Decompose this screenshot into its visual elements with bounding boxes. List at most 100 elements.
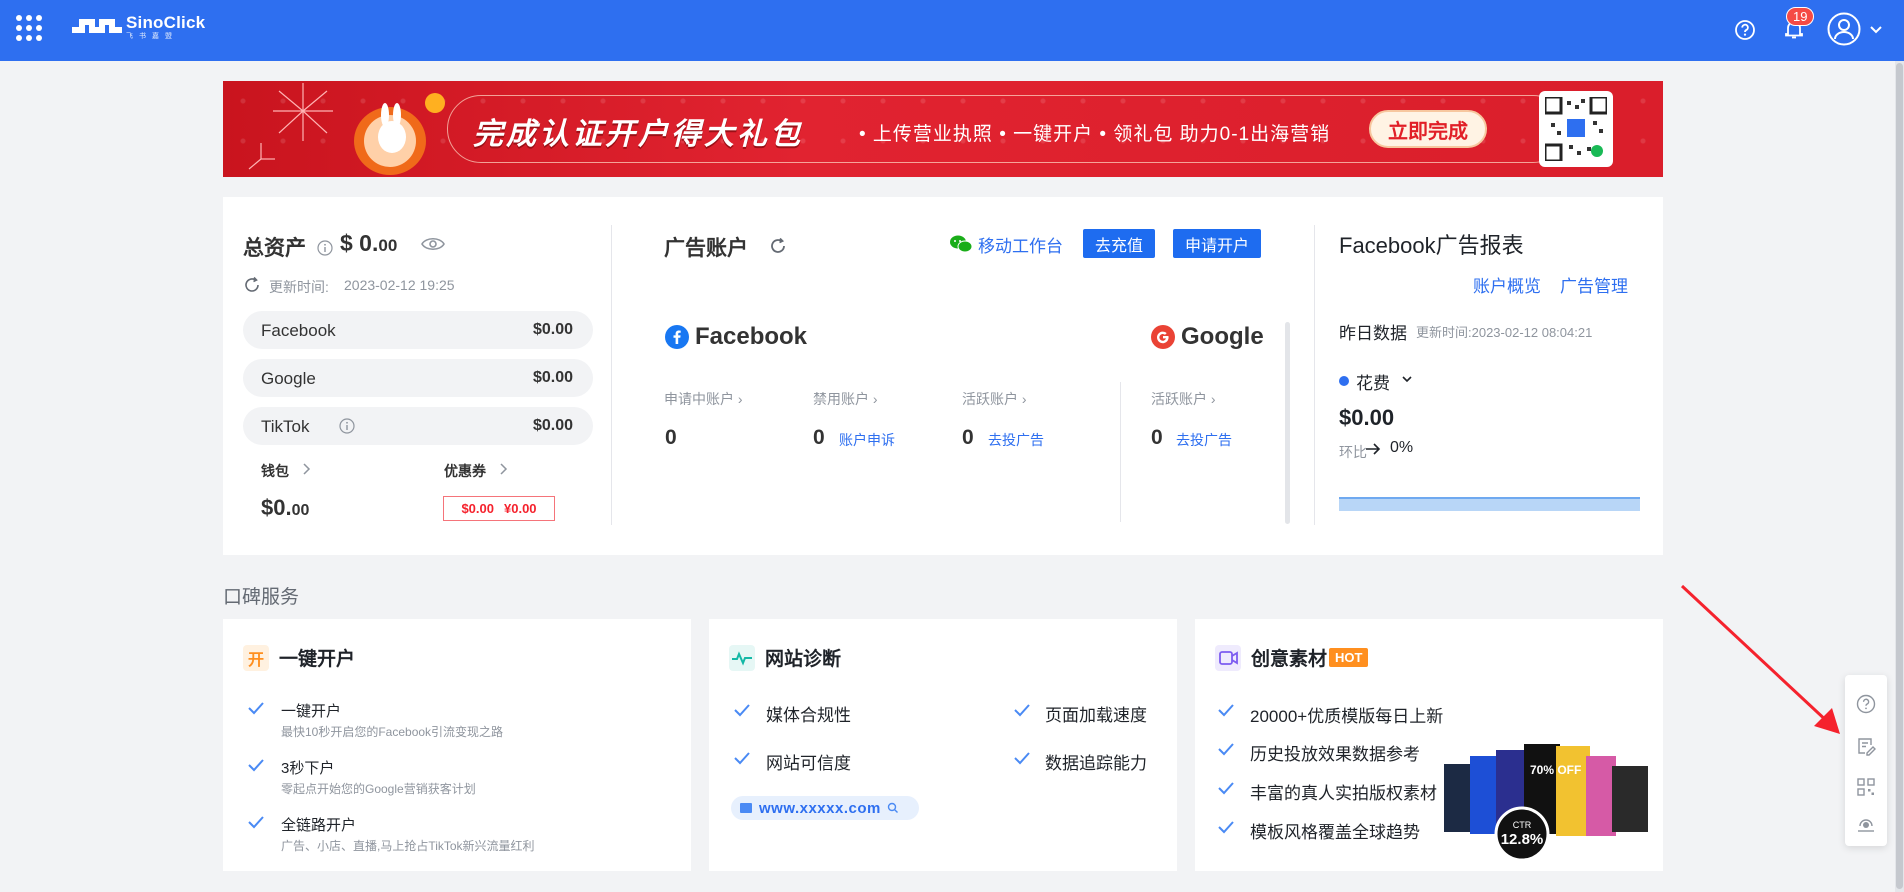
creative-feature: 20000+优质模版每日上新 <box>1250 707 1444 726</box>
overview-card: 总资产 $ 0.00 更新时间: 2023-02-12 19:25 Facebo… <box>223 197 1663 555</box>
open-account-card[interactable]: 开 一键开户 一键开户 最快10秒开启您的Facebook引流变现之路 3秒下户… <box>223 619 691 871</box>
creative-feature: 模板风格覆盖全球趋势 <box>1250 823 1420 842</box>
check-icon <box>1014 704 1030 717</box>
refresh-icon[interactable] <box>768 236 788 256</box>
pulse-icon <box>729 644 755 671</box>
recharge-button[interactable]: 去充值 <box>1083 229 1155 258</box>
spend-legend-dot <box>1339 376 1349 386</box>
check-icon <box>1218 821 1234 834</box>
disabled-accounts-label[interactable]: 禁用账户 › <box>813 389 878 409</box>
platform-balance-facebook: Facebook $0.00 <box>243 311 593 349</box>
open-account-title: 一键开户 <box>279 649 356 670</box>
pending-accounts-value: 0 <box>665 426 677 449</box>
creative-templates-illustration: 70% OFF CTR 12.8% <box>1444 744 1648 862</box>
info-icon[interactable] <box>317 240 333 256</box>
account-overview-link[interactable]: 账户概览 <box>1473 272 1541 297</box>
facebook-report-title: Facebook广告报表 <box>1339 233 1524 258</box>
logo-text: SinoClick <box>126 13 206 32</box>
mobile-workbench-link[interactable]: 移动工作台 <box>978 232 1063 257</box>
google-active-accounts-label[interactable]: 活跃账户 › <box>1151 389 1216 409</box>
help-icon[interactable] <box>1856 694 1876 714</box>
wallet-link[interactable]: 钱包 <box>261 461 289 481</box>
promo-text: 70% OFF <box>1530 763 1581 777</box>
chevron-right-icon[interactable] <box>301 463 311 475</box>
floating-toolbar <box>1845 675 1887 846</box>
compare-value: 0% <box>1390 439 1414 456</box>
check-icon <box>248 702 264 715</box>
hot-badge: HOT <box>1329 648 1369 667</box>
user-avatar-icon[interactable] <box>1827 12 1861 46</box>
open-account-icon: 开 <box>243 644 269 671</box>
feature-title: 全链路开户 <box>281 817 357 834</box>
check-icon <box>734 704 750 717</box>
app-grid-icon[interactable] <box>16 15 42 41</box>
site-diagnosis-card[interactable]: 网站诊断 媒体合规性 页面加载速度 网站可信度 数据追踪能力 www.xxxxx… <box>709 619 1177 871</box>
arrow-right-icon <box>1366 443 1381 455</box>
ctr-value: 12.8% <box>1501 831 1544 848</box>
creative-title: 创意素材 <box>1251 649 1328 670</box>
go-advertise-link[interactable]: 去投广告 <box>988 430 1044 450</box>
check-icon <box>1218 743 1234 756</box>
annotation-arrow-icon <box>1680 584 1840 734</box>
feedback-edit-icon[interactable] <box>1856 736 1876 756</box>
qr-code-icon[interactable] <box>1856 777 1876 797</box>
account-appeal-link[interactable]: 账户申诉 <box>839 430 895 450</box>
active-accounts-label[interactable]: 活跃账户 › <box>962 389 1027 409</box>
google-icon <box>1151 325 1175 349</box>
search-icon <box>887 802 898 813</box>
wechat-icon[interactable] <box>949 234 973 254</box>
feature-desc: 广告、小店、直播,马上抢占TikTok新兴流量红利 <box>281 839 535 853</box>
spend-value: $0.00 <box>1339 405 1395 430</box>
refresh-icon[interactable] <box>243 276 261 294</box>
check-icon <box>1218 782 1234 795</box>
chevron-right-icon[interactable] <box>498 463 508 475</box>
video-icon <box>1215 644 1241 671</box>
eye-icon[interactable] <box>421 235 445 253</box>
top-navigation-bar: SinoClick 飞书嘉盟 19 <box>0 0 1904 61</box>
check-icon <box>248 816 264 829</box>
page-scrollbar-thumb[interactable] <box>1896 63 1903 889</box>
help-icon[interactable] <box>1734 19 1756 41</box>
banner-subtitle: • 上传营业执照 • 一键开户 • 领礼包 助力0-1出海营销 <box>859 124 1331 145</box>
lantern-rabbit-illustration-icon <box>354 93 445 175</box>
diagnosis-feature: 网站可信度 <box>766 754 851 773</box>
ad-management-link[interactable]: 广告管理 <box>1560 272 1628 297</box>
feature-title: 一键开户 <box>281 703 342 720</box>
creative-feature: 历史投放效果数据参考 <box>1250 745 1420 764</box>
user-menu-caret-icon[interactable] <box>1870 26 1882 34</box>
report-update-time: 更新时间:2023-02-12 08:04:21 <box>1416 325 1593 340</box>
google-go-advertise-link[interactable]: 去投广告 <box>1176 430 1232 450</box>
pending-accounts-label[interactable]: 申请中账户 › <box>664 389 743 409</box>
coupon-link[interactable]: 优惠券 <box>444 461 486 481</box>
banner-qr-code <box>1539 91 1613 167</box>
apply-account-button[interactable]: 申请开户 <box>1173 229 1261 258</box>
ad-accounts-scrollbar[interactable] <box>1285 322 1290 524</box>
facebook-section-header: Facebook <box>665 323 807 351</box>
update-time-value: 2023-02-12 19:25 <box>344 277 455 293</box>
ctr-label: CTR <box>1513 820 1532 830</box>
url-input-illustration: www.xxxxx.com <box>731 796 919 820</box>
logo-mark-icon <box>72 19 122 33</box>
spend-metric-selector[interactable]: 花费 <box>1356 369 1390 394</box>
banner-title: 完成认证开户得大礼包 <box>473 118 803 151</box>
diagnosis-feature: 页面加载速度 <box>1045 706 1147 725</box>
browser-icon <box>740 803 752 813</box>
update-time-label: 更新时间: <box>269 279 329 295</box>
logo-subtext: 飞书嘉盟 <box>126 33 178 40</box>
banner-complete-button[interactable]: 立即完成 <box>1369 110 1487 148</box>
coupon-value-box: $0.00 ¥0.00 <box>443 496 555 521</box>
promo-banner[interactable]: 完成认证开户得大礼包 • 上传营业执照 • 一键开户 • 领礼包 助力0-1出海… <box>223 81 1663 177</box>
chevron-down-icon[interactable] <box>1402 375 1412 383</box>
wallet-value: $0.00 <box>261 495 310 520</box>
platform-balance-tiktok: TikTok $0.00 <box>243 407 593 445</box>
customer-service-icon[interactable] <box>1856 815 1876 835</box>
site-diagnosis-title: 网站诊断 <box>765 649 842 670</box>
facebook-icon <box>665 325 689 349</box>
ad-accounts-title: 广告账户 <box>664 237 748 260</box>
tiktok-info-icon[interactable] <box>339 418 355 434</box>
spend-trend-chart <box>1339 497 1640 511</box>
diagnosis-feature: 数据追踪能力 <box>1045 754 1147 773</box>
sinoclick-logo[interactable]: SinoClick 飞书嘉盟 <box>72 14 205 40</box>
total-assets-title: 总资产 <box>243 237 306 260</box>
feature-title: 3秒下户 <box>281 760 335 777</box>
